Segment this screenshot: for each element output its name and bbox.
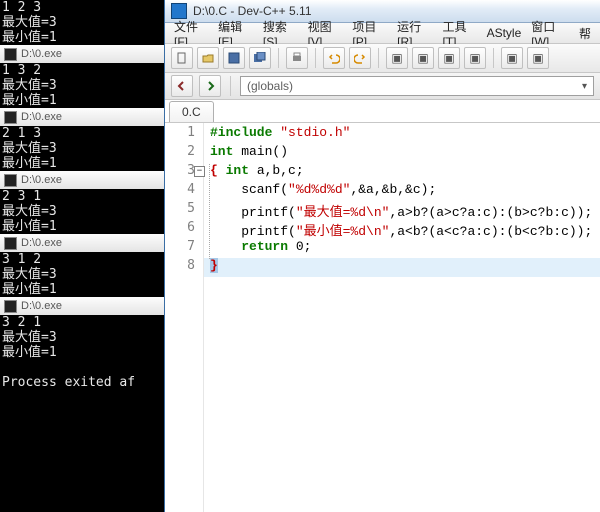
redo-button[interactable]	[349, 47, 371, 69]
menubar: 文件[F] 编辑[E] 搜索[S] 视图[V] 项目[P] 运行[R] 工具[T…	[165, 23, 600, 44]
console-titlebar[interactable]: D:\0.exe	[0, 171, 164, 189]
menu-astyle[interactable]: AStyle	[484, 25, 525, 41]
console-icon	[4, 111, 17, 124]
code-area[interactable]: #include "stdio.h" int main() { int a,b,…	[204, 123, 600, 512]
console-title: D:\0.exe	[21, 237, 62, 249]
tab-file[interactable]: 0.C	[169, 101, 214, 122]
open-button[interactable]	[197, 47, 219, 69]
compile-button[interactable]: ▣	[386, 47, 408, 69]
goto-fwd-button[interactable]	[199, 75, 221, 97]
console-titlebar[interactable]: D:\0.exe	[0, 234, 164, 252]
compile-run-button[interactable]: ▣	[438, 47, 460, 69]
console-title: D:\0.exe	[21, 174, 62, 186]
ide-window: D:\0.C - Dev-C++ 5.11 文件[F] 编辑[E] 搜索[S] …	[164, 0, 600, 512]
console-output: 1 2 3 最大值=3 最小值=1	[0, 0, 164, 45]
console-title: D:\0.exe	[21, 300, 62, 312]
toolbar: ▣ ▣ ▣ ▣ ▣ ▣	[165, 44, 600, 73]
editor-tabs: 0.C	[165, 100, 600, 123]
debug-button[interactable]: ▣	[501, 47, 523, 69]
save-all-button[interactable]	[249, 47, 271, 69]
scope-selector[interactable]: (globals) ▾	[240, 76, 594, 96]
console-icon	[4, 237, 17, 250]
rebuild-button[interactable]: ▣	[464, 47, 486, 69]
new-file-button[interactable]	[171, 47, 193, 69]
console-title: D:\0.exe	[21, 111, 62, 123]
print-button[interactable]	[286, 47, 308, 69]
menu-help[interactable]: 帮	[576, 24, 594, 43]
navigator-bar: (globals) ▾	[165, 73, 600, 100]
profile-button[interactable]: ▣	[527, 47, 549, 69]
console-titlebar[interactable]: D:\0.exe	[0, 108, 164, 126]
console-title: D:\0.exe	[21, 48, 62, 60]
editor[interactable]: 1 2 3− 4 5 6 7 8 #include "stdio.h" int …	[165, 123, 600, 512]
undo-button[interactable]	[323, 47, 345, 69]
dropdown-icon: ▾	[582, 81, 587, 92]
save-button[interactable]	[223, 47, 245, 69]
scope-value: (globals)	[247, 79, 293, 93]
console-icon	[4, 300, 17, 313]
console-icon	[4, 48, 17, 61]
run-button[interactable]: ▣	[412, 47, 434, 69]
console-icon	[4, 174, 17, 187]
console-panel: 1 2 3 最大值=3 最小值=1 D:\0.exe 1 3 2 最大值=3 最…	[0, 0, 164, 512]
console-titlebar[interactable]: D:\0.exe	[0, 297, 164, 315]
gutter: 1 2 3− 4 5 6 7 8	[165, 123, 204, 512]
console-titlebar[interactable]: D:\0.exe	[0, 45, 164, 63]
goto-back-button[interactable]	[171, 75, 193, 97]
